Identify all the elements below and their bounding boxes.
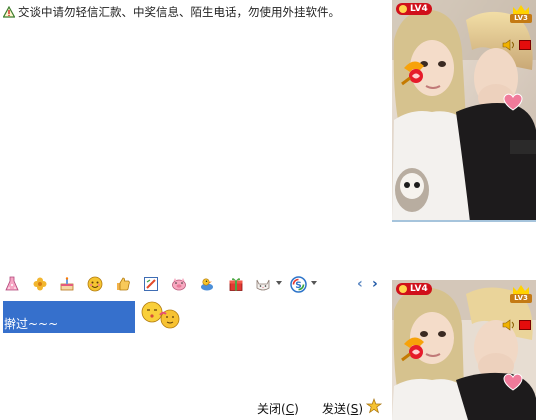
send-button[interactable]: 发送(S) xyxy=(322,400,363,417)
cat-icon[interactable] xyxy=(254,275,272,293)
send-label: 发送( xyxy=(322,402,351,416)
pig-icon[interactable] xyxy=(170,275,188,293)
next-arrow-icon[interactable]: › xyxy=(372,277,378,291)
prev-arrow-icon[interactable]: ‹ xyxy=(357,277,363,291)
clover-icon[interactable] xyxy=(31,275,49,293)
soso-search-icon[interactable]: S xyxy=(289,275,307,293)
close-shortcut: C xyxy=(285,402,295,416)
cat-dropdown-icon[interactable] xyxy=(276,281,282,285)
close-button[interactable]: 关闭(C) xyxy=(257,400,299,417)
gift-animation-icon xyxy=(401,61,424,86)
message-input[interactable]: 擀过~~~ xyxy=(0,298,392,392)
crown-icon: LV3 xyxy=(510,5,532,23)
dress-icon[interactable] xyxy=(3,275,21,293)
send-options-icon[interactable] xyxy=(366,398,382,414)
thumbs-up-icon[interactable] xyxy=(114,275,132,293)
local-video[interactable]: LV4 LV3 xyxy=(392,280,536,420)
gift-icon[interactable] xyxy=(227,275,245,293)
remote-video[interactable]: LV4 LV3 xyxy=(392,0,536,222)
close-label: 关闭( xyxy=(257,402,286,416)
cake-icon[interactable] xyxy=(58,275,76,293)
crown-level: LV3 xyxy=(510,294,532,303)
kiss-emoticon-icon xyxy=(141,301,180,329)
heart-icon xyxy=(503,373,523,391)
duck-icon[interactable] xyxy=(198,275,216,293)
soso-dropdown-icon[interactable] xyxy=(311,281,317,285)
speaker-icon[interactable] xyxy=(502,38,516,52)
close-label-tail: ) xyxy=(294,402,299,416)
message-text: 擀过~~~ xyxy=(4,317,59,331)
security-warning: 交谈中请勿轻信汇款、中奖信息、陌生电话，勿使用外挂软件。 xyxy=(3,4,340,20)
level-badge: LV4 xyxy=(396,283,432,295)
speaker-icon[interactable] xyxy=(502,318,516,332)
crown-icon: LV3 xyxy=(510,285,532,303)
record-indicator-icon[interactable] xyxy=(519,40,531,50)
warning-triangle-icon xyxy=(3,6,15,18)
level-badge: LV4 xyxy=(396,3,432,15)
crown-level: LV3 xyxy=(510,14,532,23)
heart-icon xyxy=(503,93,523,111)
doodle-board-icon[interactable] xyxy=(142,275,160,293)
svg-text:S: S xyxy=(295,281,301,291)
face-icon[interactable] xyxy=(86,275,104,293)
input-toolbar: S ‹ › xyxy=(0,272,392,296)
record-indicator-icon[interactable] xyxy=(519,320,531,330)
send-label-tail: ) xyxy=(358,402,363,416)
warning-text: 交谈中请勿轻信汇款、中奖信息、陌生电话，勿使用外挂软件。 xyxy=(18,5,340,19)
selected-message-text[interactable]: 擀过~~~ xyxy=(3,301,135,333)
gift-animation-icon xyxy=(401,337,424,362)
